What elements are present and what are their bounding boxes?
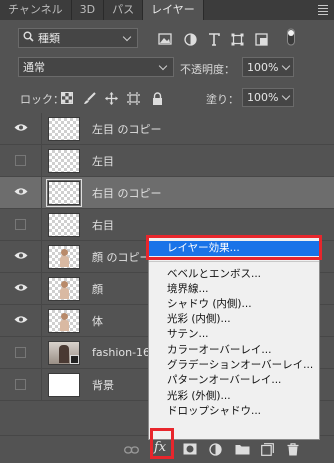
link-layers-icon[interactable] — [124, 443, 139, 457]
layer-row[interactable]: 左目 — [0, 144, 334, 177]
panel-menu-icon[interactable] — [312, 0, 334, 20]
blend-mode-dropdown[interactable]: 通常 — [18, 57, 174, 77]
new-adjustment-layer-icon[interactable] — [209, 443, 223, 457]
search-icon — [23, 31, 34, 45]
tab-channels[interactable]: チャンネル — [0, 0, 72, 20]
layer-thumbnail — [48, 276, 80, 301]
visibility-toggle[interactable] — [0, 304, 42, 337]
lock-all-icon[interactable] — [150, 91, 164, 105]
smart-object-filter-icon[interactable] — [254, 32, 268, 46]
tab-paths[interactable]: パス — [104, 0, 144, 20]
layer-row[interactable]: 左目 のコピー — [0, 112, 334, 145]
eye-icon — [14, 250, 28, 263]
layer-name: 右目 — [92, 218, 114, 232]
menu-item-satin[interactable]: サテン... — [149, 327, 319, 342]
layer-thumbnail — [48, 308, 80, 333]
new-group-folder-icon[interactable] — [235, 443, 250, 457]
visibility-toggle[interactable] — [0, 240, 42, 273]
hidden-box-icon — [15, 379, 26, 390]
chevron-down-icon — [158, 61, 168, 71]
hidden-box-icon — [15, 219, 26, 230]
layer-name: 背景 — [92, 378, 114, 392]
layer-name: 左目 のコピー — [92, 122, 162, 136]
layer-name: 右目 のコピー — [92, 186, 162, 200]
menu-item-inner-shadow[interactable]: シャドウ (内側)... — [149, 297, 319, 312]
layer-thumbnail — [48, 116, 80, 141]
eye-icon — [14, 282, 28, 295]
filter-kind-label: 種類 — [38, 32, 60, 45]
eye-icon — [14, 122, 28, 135]
visibility-toggle[interactable] — [0, 272, 42, 305]
chevron-down-icon — [281, 91, 291, 101]
menu-item-inner-glow[interactable]: 光彩 (内側)... — [149, 312, 319, 327]
layer-name: 左目 — [92, 154, 114, 168]
layer-style-menu: レイヤー効果... ベベルとエンボス... 境界線... シャドウ (内側)..… — [148, 235, 320, 440]
hidden-box-icon — [15, 155, 26, 166]
chevron-down-icon — [281, 61, 291, 71]
pixel-layer-filter-icon[interactable] — [158, 32, 172, 46]
fx-button[interactable]: fx — [154, 440, 170, 460]
visibility-toggle[interactable] — [0, 112, 42, 145]
opacity-label: 不透明度： — [180, 63, 235, 76]
layer-name: 顔 のコピー — [92, 250, 151, 264]
fill-label: 塗り： — [206, 93, 239, 106]
eye-icon — [14, 186, 28, 199]
trash-icon[interactable] — [287, 443, 301, 457]
layer-row-selected[interactable]: 右目 のコピー — [0, 176, 334, 209]
visibility-toggle[interactable] — [0, 336, 42, 369]
lock-row: ロック： 塗り： 100% — [0, 88, 334, 108]
chevron-down-icon — [122, 32, 132, 42]
layer-thumbnail — [48, 148, 80, 173]
lock-transparency-icon[interactable] — [60, 91, 74, 105]
visibility-toggle[interactable] — [0, 208, 42, 241]
filter-toggle-icon[interactable] — [284, 28, 298, 46]
filter-row: 種類 — [0, 28, 334, 50]
layer-name: 顔 — [92, 282, 103, 296]
opacity-input[interactable]: 100% — [242, 57, 294, 77]
layer-thumbnail — [48, 372, 80, 397]
menu-item-stroke[interactable]: 境界線... — [149, 282, 319, 297]
blend-mode-label: 通常 — [23, 61, 45, 74]
menu-item-gradient-overlay[interactable]: グラデーションオーバーレイ... — [149, 358, 319, 373]
panel-tab-bar: チャンネル 3D パス レイヤー — [0, 0, 334, 20]
layers-panel: チャンネル 3D パス レイヤー 種類 通常 不透明度： 100% ロック： 塗… — [0, 0, 334, 463]
fill-value: 100% — [247, 91, 279, 104]
layer-thumbnail — [48, 212, 80, 237]
new-layer-icon[interactable] — [261, 443, 275, 457]
smart-object-icon — [70, 354, 79, 364]
lock-label: ロック： — [20, 93, 64, 106]
filter-kind-dropdown[interactable]: 種類 — [18, 28, 138, 48]
layer-thumbnail — [48, 244, 80, 269]
opacity-value: 100% — [247, 60, 279, 74]
blend-row: 通常 不透明度： 100% — [0, 57, 334, 79]
move-icon[interactable] — [104, 91, 118, 105]
eye-icon — [14, 314, 28, 327]
menu-item-bevel-emboss[interactable]: ベベルとエンボス... — [149, 267, 319, 282]
artboard-lock-icon[interactable] — [126, 91, 140, 105]
tab-3d[interactable]: 3D — [72, 0, 105, 20]
layer-thumbnail — [46, 178, 82, 207]
shape-layer-filter-icon[interactable] — [230, 32, 244, 46]
menu-separator — [149, 261, 319, 262]
menu-item-pattern-overlay[interactable]: パターンオーバーレイ... — [149, 373, 319, 388]
visibility-toggle[interactable] — [0, 144, 42, 177]
add-mask-icon[interactable] — [183, 443, 197, 457]
visibility-toggle[interactable] — [0, 176, 42, 209]
layer-name: 体 — [92, 314, 103, 328]
brush-icon[interactable] — [82, 91, 96, 105]
menu-item-drop-shadow[interactable]: ドロップシャドウ... — [149, 404, 319, 419]
menu-item-outer-glow[interactable]: 光彩 (外側)... — [149, 389, 319, 404]
tab-layers[interactable]: レイヤー — [143, 0, 204, 20]
fill-input[interactable]: 100% — [242, 88, 294, 107]
type-layer-filter-icon[interactable] — [207, 32, 221, 46]
layer-thumbnail — [48, 340, 80, 365]
visibility-toggle[interactable] — [0, 368, 42, 401]
menu-item-layer-effects[interactable]: レイヤー効果... — [149, 241, 319, 257]
hidden-box-icon — [15, 347, 26, 358]
adjustment-layer-filter-icon[interactable] — [183, 32, 197, 46]
menu-item-color-overlay[interactable]: カラーオーバーレイ... — [149, 343, 319, 358]
